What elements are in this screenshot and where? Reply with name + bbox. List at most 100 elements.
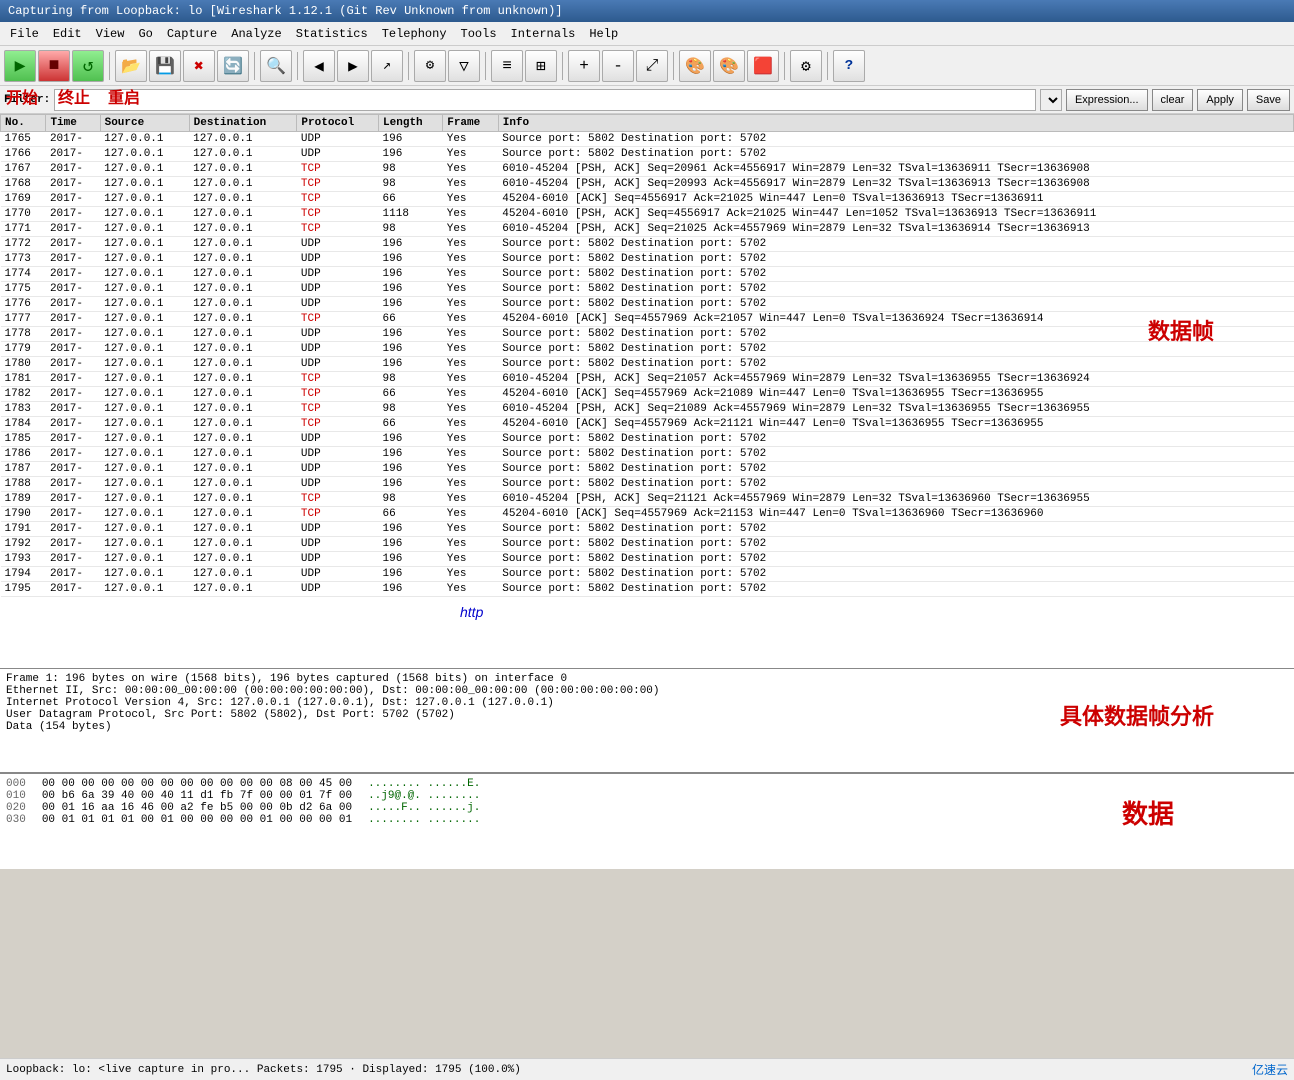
table-row[interactable]: 17662017-127.0.0.1127.0.0.1UDP196YesSour… (1, 147, 1294, 162)
open-icon: 📂 (121, 56, 141, 76)
hex-row: 02000 01 16 aa 16 46 00 a2 fe b5 00 00 0… (6, 802, 1288, 814)
col-destination: Destination (189, 115, 297, 132)
prefs-button[interactable]: ⚙ (790, 50, 822, 82)
menu-view[interactable]: View (90, 25, 131, 43)
menu-tools[interactable]: Tools (455, 25, 503, 43)
clear-button[interactable]: clear (1152, 89, 1194, 111)
table-row[interactable]: 17792017-127.0.0.1127.0.0.1UDP196YesSour… (1, 342, 1294, 357)
stop-capture-button[interactable]: ■ (38, 50, 70, 82)
coloring-button[interactable]: 🎨 (679, 50, 711, 82)
table-row[interactable]: 17802017-127.0.0.1127.0.0.1UDP196YesSour… (1, 357, 1294, 372)
detail-line-1: Frame 1: 196 bytes on wire (1568 bits), … (6, 673, 1288, 685)
table-row[interactable]: 17832017-127.0.0.1127.0.0.1TCP98Yes6010-… (1, 402, 1294, 417)
table-row[interactable]: 17942017-127.0.0.1127.0.0.1UDP196YesSour… (1, 567, 1294, 582)
pkt-list-button[interactable]: ≡ (491, 50, 523, 82)
table-row[interactable]: 17852017-127.0.0.1127.0.0.1UDP196YesSour… (1, 432, 1294, 447)
table-row[interactable]: 17812017-127.0.0.1127.0.0.1TCP98Yes6010-… (1, 372, 1294, 387)
table-row[interactable]: 17712017-127.0.0.1127.0.0.1TCP98Yes6010-… (1, 222, 1294, 237)
title-text: Capturing from Loopback: lo [Wireshark 1… (8, 4, 563, 18)
col-frame: Frame (443, 115, 498, 132)
table-row[interactable]: 17912017-127.0.0.1127.0.0.1UDP196YesSour… (1, 522, 1294, 537)
menu-help[interactable]: Help (583, 25, 624, 43)
find-button[interactable]: 🔍 (260, 50, 292, 82)
empty-area (0, 869, 1294, 1069)
filter-label: Filter: (4, 94, 50, 106)
separator-1 (109, 52, 110, 80)
close-icon: ✖ (194, 56, 204, 76)
separator-2 (254, 52, 255, 80)
menu-statistics[interactable]: Statistics (290, 25, 374, 43)
table-row[interactable]: 17772017-127.0.0.1127.0.0.1TCP66Yes45204… (1, 312, 1294, 327)
apply-button[interactable]: Apply (1197, 89, 1243, 111)
search-icon: 🔍 (266, 56, 286, 76)
hex-panel: 00000 00 00 00 00 00 00 00 00 00 00 00 0… (0, 774, 1294, 869)
start-capture-button[interactable]: ▶ (4, 50, 36, 82)
help-button[interactable]: ? (833, 50, 865, 82)
filter-input[interactable] (54, 89, 1036, 111)
menu-file[interactable]: File (4, 25, 45, 43)
table-row[interactable]: 17742017-127.0.0.1127.0.0.1UDP196YesSour… (1, 267, 1294, 282)
table-row[interactable]: 17872017-127.0.0.1127.0.0.1UDP196YesSour… (1, 462, 1294, 477)
table-row[interactable]: 17752017-127.0.0.1127.0.0.1UDP196YesSour… (1, 282, 1294, 297)
color3-button[interactable]: 🟥 (747, 50, 779, 82)
resize-button[interactable]: ⤢ (636, 50, 668, 82)
table-row[interactable]: 17762017-127.0.0.1127.0.0.1UDP196YesSour… (1, 297, 1294, 312)
pkt-detail-button[interactable]: ⊞ (525, 50, 557, 82)
table-row[interactable]: 17782017-127.0.0.1127.0.0.1UDP196YesSour… (1, 327, 1294, 342)
pkt-list-icon: ≡ (502, 57, 512, 75)
reload-icon: 🔄 (223, 56, 243, 76)
table-row[interactable]: 17892017-127.0.0.1127.0.0.1TCP98Yes6010-… (1, 492, 1294, 507)
packet-list[interactable]: No. Time Source Destination Protocol Len… (0, 114, 1294, 669)
details-panel: Frame 1: 196 bytes on wire (1568 bits), … (0, 669, 1294, 774)
reload-button[interactable]: 🔄 (217, 50, 249, 82)
table-row[interactable]: 17842017-127.0.0.1127.0.0.1TCP66Yes45204… (1, 417, 1294, 432)
menu-telephony[interactable]: Telephony (376, 25, 453, 43)
table-row[interactable]: 17732017-127.0.0.1127.0.0.1UDP196YesSour… (1, 252, 1294, 267)
table-row[interactable]: 17922017-127.0.0.1127.0.0.1UDP196YesSour… (1, 537, 1294, 552)
prefs-icon: ⚙ (801, 56, 811, 76)
menu-capture[interactable]: Capture (161, 25, 223, 43)
table-row[interactable]: 17882017-127.0.0.1127.0.0.1UDP196YesSour… (1, 477, 1294, 492)
open-file-button[interactable]: 📂 (115, 50, 147, 82)
zoom-in-button[interactable]: + (568, 50, 600, 82)
coloring2-button[interactable]: 🎨 (713, 50, 745, 82)
next-button[interactable]: ▶ (337, 50, 369, 82)
color3-icon: 🟥 (753, 56, 773, 76)
close-button[interactable]: ✖ (183, 50, 215, 82)
separator-5 (485, 52, 486, 80)
restart-capture-button[interactable]: ↺ (72, 50, 104, 82)
goto-button[interactable]: ↗ (371, 50, 403, 82)
filter-dropdown[interactable] (1040, 89, 1062, 111)
table-row[interactable]: 17682017-127.0.0.1127.0.0.1TCP98Yes6010-… (1, 177, 1294, 192)
status-text: Loopback: lo: <live capture in pro... Pa… (6, 1064, 521, 1076)
detail-annotation: 具体数据帧分析 (1060, 699, 1214, 731)
table-row[interactable]: 17722017-127.0.0.1127.0.0.1UDP196YesSour… (1, 237, 1294, 252)
table-row[interactable]: 17652017-127.0.0.1127.0.0.1UDP196YesSour… (1, 132, 1294, 147)
expression-button[interactable]: Expression... (1066, 89, 1148, 111)
col-protocol: Protocol (297, 115, 379, 132)
table-row[interactable]: 17692017-127.0.0.1127.0.0.1TCP66Yes45204… (1, 192, 1294, 207)
menu-analyze[interactable]: Analyze (225, 25, 287, 43)
save-button[interactable]: Save (1247, 89, 1290, 111)
menu-edit[interactable]: Edit (47, 25, 88, 43)
table-row[interactable]: 17862017-127.0.0.1127.0.0.1UDP196YesSour… (1, 447, 1294, 462)
table-row[interactable]: 17702017-127.0.0.1127.0.0.1TCP1118Yes452… (1, 207, 1294, 222)
prev-button[interactable]: ◀ (303, 50, 335, 82)
col-info: Info (498, 115, 1293, 132)
coloring2-icon: 🎨 (719, 56, 739, 76)
separator-9 (827, 52, 828, 80)
hex-row: 01000 b6 6a 39 40 00 40 11 d1 fb 7f 00 0… (6, 790, 1288, 802)
table-row[interactable]: 17902017-127.0.0.1127.0.0.1TCP66Yes45204… (1, 507, 1294, 522)
table-row[interactable]: 17822017-127.0.0.1127.0.0.1TCP66Yes45204… (1, 387, 1294, 402)
save-file-button[interactable]: 💾 (149, 50, 181, 82)
capture-start2-button[interactable]: ▽ (448, 50, 480, 82)
save-icon: 💾 (155, 56, 175, 76)
table-row[interactable]: 17952017-127.0.0.1127.0.0.1UDP196YesSour… (1, 582, 1294, 597)
capture-options-button[interactable]: ⚙ (414, 50, 446, 82)
table-row[interactable]: 17932017-127.0.0.1127.0.0.1UDP196YesSour… (1, 552, 1294, 567)
table-row[interactable]: 17672017-127.0.0.1127.0.0.1TCP98Yes6010-… (1, 162, 1294, 177)
menu-internals[interactable]: Internals (505, 25, 582, 43)
menu-go[interactable]: Go (132, 25, 158, 43)
title-bar: Capturing from Loopback: lo [Wireshark 1… (0, 0, 1294, 22)
zoom-out-button[interactable]: - (602, 50, 634, 82)
